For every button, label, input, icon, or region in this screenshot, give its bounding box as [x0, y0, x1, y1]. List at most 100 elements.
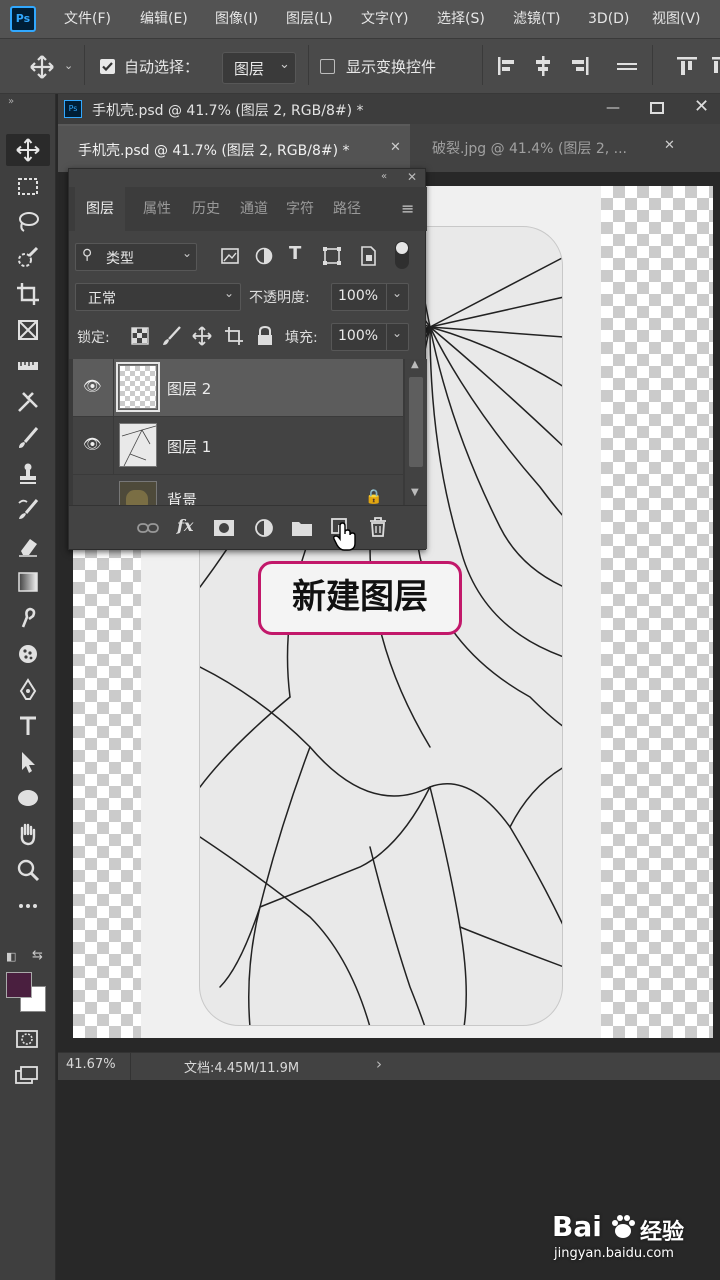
group-folder-icon[interactable] — [291, 518, 313, 538]
more-tools-icon[interactable] — [6, 890, 50, 922]
close-panel-icon[interactable]: ✕ — [407, 170, 417, 184]
minimize-icon[interactable]: — — [606, 100, 620, 116]
tab-character[interactable]: 字符 — [275, 187, 325, 231]
foreground-color-swatch[interactable] — [6, 972, 32, 998]
align-top-icon[interactable] — [674, 53, 700, 79]
lock-icon: 🔒 — [365, 489, 383, 505]
close-tab-icon[interactable]: ✕ — [664, 138, 675, 153]
filter-shape-icon[interactable] — [321, 245, 343, 267]
close-tab-icon[interactable]: ✕ — [390, 140, 401, 155]
menu-layer[interactable]: 图层(L) — [286, 0, 333, 38]
layer-list-scrollbar[interactable]: ▲ ▼ — [405, 359, 427, 505]
gradient-tool-icon[interactable] — [6, 566, 50, 598]
quick-selection-tool-icon[interactable] — [6, 242, 50, 274]
chevron-down-icon[interactable]: ⌄ — [64, 59, 73, 72]
menu-type[interactable]: 文字(Y) — [361, 0, 408, 38]
tab-phone-case[interactable]: 手机壳.psd @ 41.7% (图层 2, RGB/8#) * ✕ — [58, 124, 410, 172]
auto-select-target-dropdown[interactable]: 图层 ⌄ — [222, 52, 296, 84]
ruler-tool-icon[interactable] — [6, 350, 50, 382]
move-tool-preset-icon[interactable] — [28, 53, 56, 81]
history-brush-tool-icon[interactable] — [6, 494, 50, 526]
lock-artboard-icon[interactable] — [223, 325, 245, 347]
swap-colors-icon[interactable]: ⇆ — [32, 948, 43, 963]
tab-paths[interactable]: 路径 — [321, 187, 373, 231]
zoom-level[interactable]: 41.67% — [66, 1057, 116, 1072]
menu-edit[interactable]: 编辑(E) — [140, 0, 188, 38]
crop-tool-icon[interactable] — [6, 278, 50, 310]
lock-image-pixels-icon[interactable] — [161, 325, 183, 347]
maximize-icon[interactable] — [650, 102, 664, 114]
filter-pixel-icon[interactable] — [219, 245, 241, 267]
link-icon[interactable] — [137, 518, 159, 538]
panel-menu-icon[interactable]: ≡ — [401, 199, 414, 218]
mask-icon[interactable] — [213, 518, 235, 538]
align-center-icon[interactable] — [530, 53, 556, 79]
menu-view[interactable]: 视图(V) — [652, 0, 701, 38]
tab-channels[interactable]: 通道 — [229, 187, 279, 231]
fx-icon[interactable]: fx — [177, 516, 193, 535]
brush-tool-icon[interactable] — [6, 422, 50, 454]
show-transform-checkbox[interactable] — [320, 59, 335, 74]
eye-visibility-icon[interactable]: 👁 — [83, 435, 102, 453]
tab-layers[interactable]: 图层 — [75, 187, 125, 231]
eraser-tool-icon[interactable] — [6, 530, 50, 562]
opacity-field[interactable]: 100% ⌄ — [331, 283, 409, 311]
blend-mode-dropdown[interactable]: 正常 ⌄ — [75, 283, 241, 311]
smudge-tool-icon[interactable] — [6, 602, 50, 634]
quick-mask-icon[interactable] — [14, 1028, 40, 1050]
menu-image[interactable]: 图像(I) — [215, 0, 258, 38]
layer-row-layer-2[interactable]: 👁 图层 2 — [73, 359, 403, 417]
path-selection-tool-icon[interactable] — [6, 746, 50, 778]
close-window-icon[interactable]: ✕ — [694, 96, 709, 117]
collapse-toolbar-icon[interactable]: » — [8, 96, 14, 107]
layer-filter-kind-dropdown[interactable]: ⚲ 类型 ⌄ — [75, 243, 197, 271]
align-right-icon[interactable] — [566, 53, 592, 79]
move-tool-icon[interactable] — [6, 134, 50, 166]
default-colors-icon[interactable]: ◧ — [6, 950, 16, 963]
tab-cracked[interactable]: 破裂.jpg @ 41.4% (图层 2, ... ✕ — [420, 124, 720, 172]
auto-select-checkbox[interactable] — [100, 59, 115, 74]
pen-tool-icon[interactable] — [6, 674, 50, 706]
frame-tool-icon[interactable] — [6, 314, 50, 346]
align-left-icon[interactable] — [494, 53, 520, 79]
status-menu-arrow[interactable]: › — [376, 1055, 382, 1073]
type-tool-icon[interactable] — [6, 710, 50, 742]
align-more-icon[interactable] — [710, 53, 720, 79]
menu-select[interactable]: 选择(S) — [437, 0, 485, 38]
tab-properties[interactable]: 属性 — [131, 187, 183, 231]
eye-visibility-icon[interactable]: 👁 — [83, 377, 102, 395]
fill-field[interactable]: 100% ⌄ — [331, 323, 409, 351]
hand-tool-icon[interactable] — [6, 818, 50, 850]
scroll-up-icon[interactable]: ▲ — [411, 359, 419, 370]
layer-name[interactable]: 背景 — [167, 489, 197, 505]
clone-stamp-tool-icon[interactable] — [6, 458, 50, 490]
marquee-tool-icon[interactable] — [6, 170, 50, 202]
filter-toggle-switch[interactable] — [395, 241, 409, 269]
lock-all-icon[interactable] — [255, 325, 275, 347]
scroll-down-icon[interactable]: ▼ — [411, 487, 419, 498]
lock-position-icon[interactable] — [191, 325, 213, 347]
healing-brush-tool-icon[interactable] — [6, 386, 50, 418]
lock-transparent-pixels-icon[interactable] — [131, 327, 149, 345]
trash-icon[interactable] — [367, 516, 389, 538]
layer-name[interactable]: 图层 2 — [167, 378, 211, 399]
distribute-icon[interactable] — [614, 53, 640, 79]
lasso-tool-icon[interactable] — [6, 206, 50, 238]
adjustment-icon[interactable] — [253, 518, 275, 538]
filter-adjustment-icon[interactable] — [253, 245, 275, 267]
layer-row-background[interactable]: 背景 🔒 — [73, 475, 403, 505]
zoom-tool-icon[interactable] — [6, 854, 50, 886]
ellipse-tool-icon[interactable] — [6, 782, 50, 814]
filter-type-icon[interactable]: T — [289, 243, 301, 264]
menu-file[interactable]: 文件(F) — [64, 0, 111, 38]
scrollbar-thumb[interactable] — [409, 377, 423, 467]
layer-name[interactable]: 图层 1 — [167, 436, 211, 457]
screen-mode-icon[interactable] — [14, 1064, 40, 1086]
collapse-panel-icon[interactable]: « — [381, 171, 387, 182]
filter-smart-object-icon[interactable] — [357, 245, 379, 267]
menu-filter[interactable]: 滤镜(T) — [513, 0, 560, 38]
menu-3d[interactable]: 3D(D) — [588, 0, 629, 38]
tab-history[interactable]: 历史 — [181, 187, 231, 231]
layer-row-layer-1[interactable]: 👁 图层 1 — [73, 417, 403, 475]
sponge-tool-icon[interactable] — [6, 638, 50, 670]
